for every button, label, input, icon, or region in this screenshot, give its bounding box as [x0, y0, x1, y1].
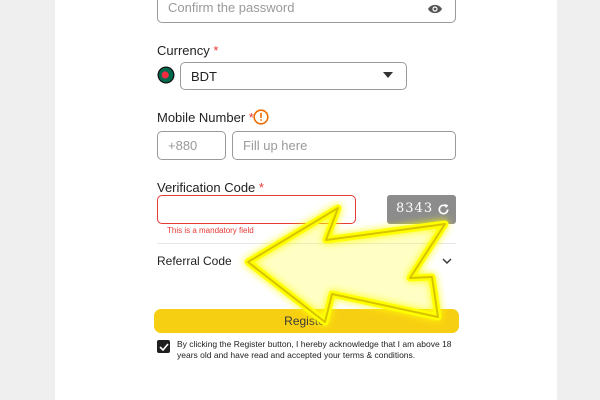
currency-label: Currency *: [157, 43, 218, 58]
country-code-value: +880: [168, 138, 198, 153]
eye-icon[interactable]: [425, 0, 445, 18]
currency-select[interactable]: BDT: [180, 62, 407, 90]
terms-checkbox[interactable]: [157, 340, 170, 353]
register-button[interactable]: Register: [154, 309, 459, 333]
mobile-number-label: Mobile Number *: [157, 110, 254, 125]
verification-error-message: This is a mandatory field: [167, 226, 254, 235]
register-button-label: Register: [284, 314, 329, 328]
warning-icon[interactable]: [253, 109, 269, 125]
referral-code-label[interactable]: Referral Code: [157, 254, 232, 268]
checkmark-icon: [158, 342, 169, 351]
confirm-password-placeholder: Confirm the password: [168, 0, 295, 15]
terms-text: By clicking the Register button, I hereb…: [177, 339, 452, 360]
captcha-text: 8343: [396, 201, 434, 216]
currency-required-mark: *: [213, 43, 219, 58]
mobile-number-input[interactable]: Fill up here: [232, 131, 456, 160]
referral-chevron-down-icon[interactable]: [441, 256, 453, 266]
currency-selected-value: BDT: [191, 68, 217, 84]
currency-label-text: Currency: [157, 43, 210, 58]
confirm-password-input[interactable]: Confirm the password: [157, 0, 456, 23]
mobile-number-label-text: Mobile Number: [157, 110, 246, 125]
verification-code-label: Verification Code *: [157, 180, 264, 195]
verification-code-label-text: Verification Code: [157, 180, 256, 195]
bangladesh-flag-icon: [157, 66, 175, 84]
verification-required-mark: *: [258, 180, 264, 195]
country-code-field[interactable]: +880: [157, 131, 226, 160]
mobile-number-placeholder: Fill up here: [243, 138, 308, 153]
chevron-down-icon: [382, 70, 394, 80]
refresh-icon[interactable]: [436, 202, 451, 217]
verification-code-input[interactable]: [157, 195, 356, 224]
section-divider: [157, 243, 456, 244]
